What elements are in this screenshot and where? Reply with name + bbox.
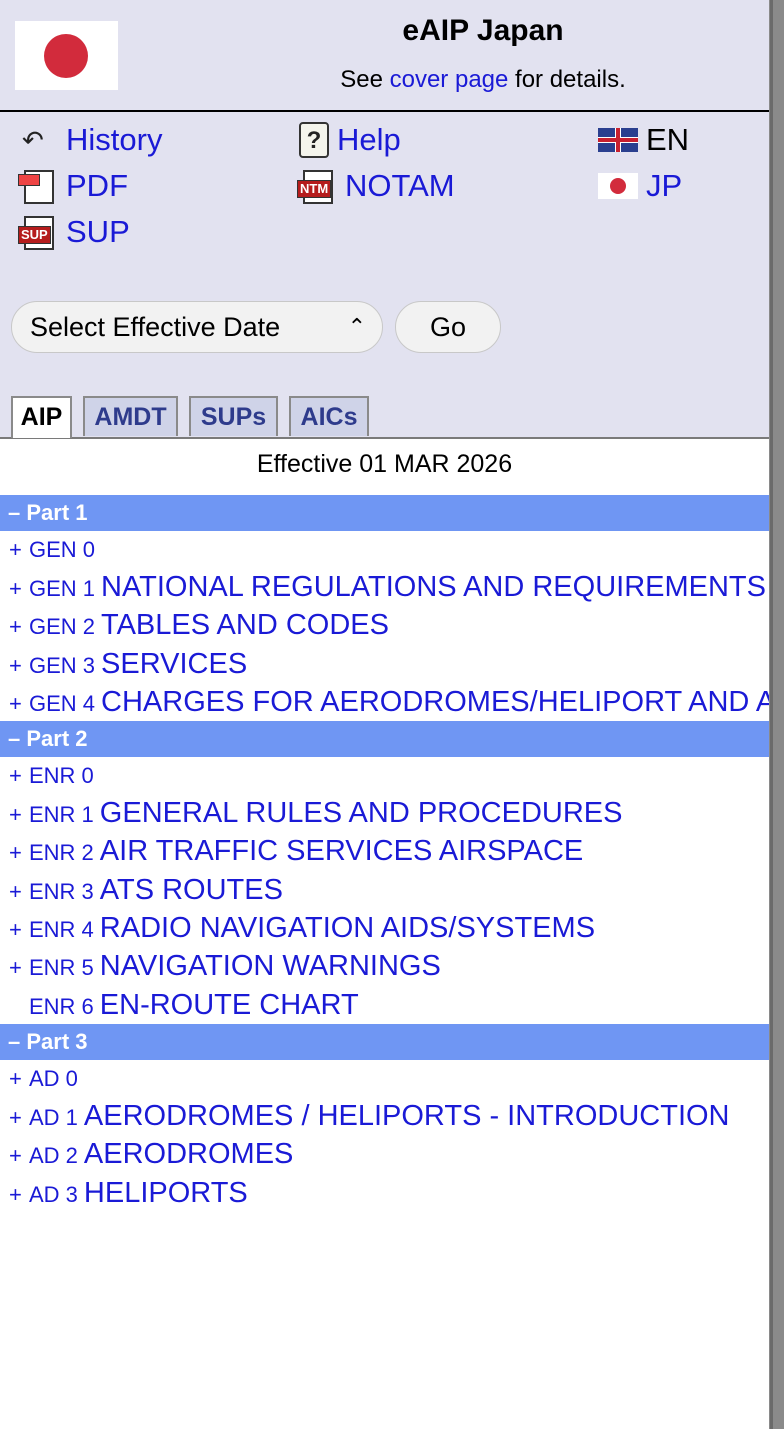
- eaip-page: eAIP Japan See cover page for details. ↶…: [0, 0, 769, 1429]
- toc-code-link[interactable]: ENR 0: [29, 763, 94, 788]
- expand-toggle[interactable]: +: [9, 796, 29, 832]
- vertical-scrollbar[interactable]: [769, 0, 784, 1429]
- cover-page-link[interactable]: cover page: [390, 66, 509, 93]
- expand-toggle[interactable]: +: [9, 834, 29, 870]
- expand-toggle[interactable]: +: [9, 873, 29, 909]
- toc-code-link[interactable]: ENR 2: [29, 840, 94, 865]
- pdf-icon: [18, 168, 58, 204]
- tab-amdt[interactable]: AMDT: [83, 396, 178, 436]
- toc-code-link[interactable]: GEN 3: [29, 653, 95, 678]
- toc-item: + AD 2 AERODROMES: [0, 1135, 769, 1173]
- help-link[interactable]: ? Help: [299, 122, 401, 158]
- japan-flag-logo: [15, 21, 118, 90]
- expand-toggle[interactable]: +: [9, 1060, 29, 1097]
- page-header: eAIP Japan See cover page for details.: [0, 0, 769, 112]
- toc-title-link[interactable]: AIR TRAFFIC SERVICES AIRSPACE: [100, 835, 583, 867]
- expand-toggle[interactable]: +: [9, 1099, 29, 1135]
- toc-item: + GEN 0: [0, 531, 769, 568]
- expand-toggle[interactable]: +: [9, 949, 29, 985]
- toc-item: + ENR 5 NAVIGATION WARNINGS: [0, 947, 769, 985]
- toc-item: + ENR 0: [0, 757, 769, 794]
- toc-item: + GEN 3 SERVICES: [0, 645, 769, 683]
- toc-code-link[interactable]: GEN 4: [29, 691, 95, 716]
- toc-code-link[interactable]: ENR 4: [29, 917, 94, 942]
- toc-item: + ENR 1 GENERAL RULES AND PROCEDURES: [0, 794, 769, 832]
- expand-toggle[interactable]: +: [9, 757, 29, 794]
- part-header[interactable]: – Part 3: [0, 1023, 769, 1060]
- expand-toggle[interactable]: +: [9, 647, 29, 683]
- toc-code-link[interactable]: ENR 5: [29, 955, 94, 980]
- toc-title-link[interactable]: GENERAL RULES AND PROCEDURES: [100, 797, 623, 829]
- toc-code-link[interactable]: AD 1: [29, 1105, 78, 1130]
- toc-title-link[interactable]: AERODROMES / HELIPORTS - INTRODUCTION: [84, 1100, 730, 1132]
- toc-code-link[interactable]: ENR 6: [29, 994, 94, 1019]
- pdf-link[interactable]: PDF: [18, 168, 128, 204]
- toc-item: + GEN 1 NATIONAL REGULATIONS AND REQUIREME…: [0, 568, 769, 606]
- expand-toggle[interactable]: +: [9, 1176, 29, 1212]
- cover-note: See cover page for details.: [340, 66, 626, 93]
- toc-code-link[interactable]: AD 3: [29, 1182, 78, 1207]
- toc-code-link[interactable]: GEN 0: [29, 537, 95, 562]
- toc-item: + GEN 4 CHARGES FOR AERODROMES/HELIPORT AN…: [0, 683, 769, 721]
- help-icon: ?: [299, 122, 329, 158]
- go-button[interactable]: Go: [395, 301, 501, 353]
- navigation-panel: ↶ History ? Help EN PDF NTM NOTAM JP SUP…: [0, 112, 769, 439]
- language-jp-link[interactable]: JP: [598, 168, 682, 204]
- expand-toggle[interactable]: +: [9, 570, 29, 606]
- expand-toggle[interactable]: +: [9, 685, 29, 721]
- notam-icon: NTM: [297, 168, 337, 204]
- effective-date-select[interactable]: Select Effective Date ⌃: [11, 301, 383, 353]
- chevron-updown-icon: ⌃: [347, 314, 366, 339]
- toc-item: ENR 6 EN-ROUTE CHART: [0, 986, 769, 1024]
- expand-toggle[interactable]: +: [9, 911, 29, 947]
- toc-title-link[interactable]: NATIONAL REGULATIONS AND REQUIREMENTS: [101, 571, 766, 603]
- toc-code-link[interactable]: GEN 2: [29, 614, 95, 639]
- japan-flag-icon: [598, 173, 638, 199]
- toc-title-link[interactable]: TABLES AND CODES: [101, 609, 389, 641]
- toc-code-link[interactable]: ENR 1: [29, 802, 94, 827]
- expand-toggle[interactable]: +: [9, 531, 29, 568]
- part-header[interactable]: – Part 2: [0, 721, 769, 758]
- language-en: EN: [598, 122, 689, 158]
- toc-title-link[interactable]: EN-ROUTE CHART: [100, 989, 359, 1021]
- tab-aip[interactable]: AIP: [11, 396, 72, 438]
- toc-code-link[interactable]: AD 0: [29, 1066, 78, 1091]
- sup-link[interactable]: SUP SUP: [18, 214, 130, 250]
- uk-flag-icon: [598, 128, 638, 152]
- notam-link[interactable]: NTM NOTAM: [297, 168, 455, 204]
- effective-date-label: Effective 01 MAR 2026: [256, 450, 513, 478]
- toc-title-link[interactable]: HELIPORTS: [84, 1177, 248, 1209]
- toc-item: + AD 0: [0, 1060, 769, 1097]
- toc-title-link[interactable]: NAVIGATION WARNINGS: [100, 950, 441, 982]
- part-header[interactable]: – Part 1: [0, 495, 769, 531]
- toc-code-link[interactable]: AD 2: [29, 1143, 78, 1168]
- expand-toggle[interactable]: +: [9, 1137, 29, 1173]
- expand-toggle[interactable]: +: [9, 608, 29, 644]
- toc-code-link[interactable]: ENR 3: [29, 879, 94, 904]
- toc-item: + GEN 2 TABLES AND CODES: [0, 606, 769, 644]
- toc-item: + ENR 4 RADIO NAVIGATION AIDS/SYSTEMS: [0, 909, 769, 947]
- table-of-contents: – Part 1 + GEN 0 + GEN 1 NATIONAL REGULATIONS…: [0, 495, 769, 1212]
- history-icon: ↶: [22, 125, 44, 155]
- history-link[interactable]: ↶ History: [22, 122, 162, 158]
- toc-title-link[interactable]: SERVICES: [101, 648, 247, 680]
- toc-item: + AD 1 AERODROMES / HELIPORTS - INTRODUCTI…: [0, 1097, 769, 1135]
- toc-item: + AD 3 HELIPORTS: [0, 1174, 769, 1212]
- tab-sups[interactable]: SUPs: [189, 396, 278, 436]
- toc-item: + ENR 2 AIR TRAFFIC SERVICES AIRSPACE: [0, 832, 769, 870]
- toc-title-link[interactable]: ATS ROUTES: [100, 874, 283, 906]
- page-title: eAIP Japan: [402, 14, 564, 47]
- toc-title-link[interactable]: CHARGES FOR AERODROMES/HELIPORT AND AIR …: [101, 686, 769, 718]
- toc-item: + ENR 3 ATS ROUTES: [0, 871, 769, 909]
- toc-title-link[interactable]: AERODROMES: [84, 1138, 293, 1170]
- toc-title-link[interactable]: RADIO NAVIGATION AIDS/SYSTEMS: [100, 912, 595, 944]
- toc-code-link[interactable]: GEN 1: [29, 576, 95, 601]
- tab-aics[interactable]: AICs: [289, 396, 369, 436]
- sup-icon: SUP: [18, 214, 58, 250]
